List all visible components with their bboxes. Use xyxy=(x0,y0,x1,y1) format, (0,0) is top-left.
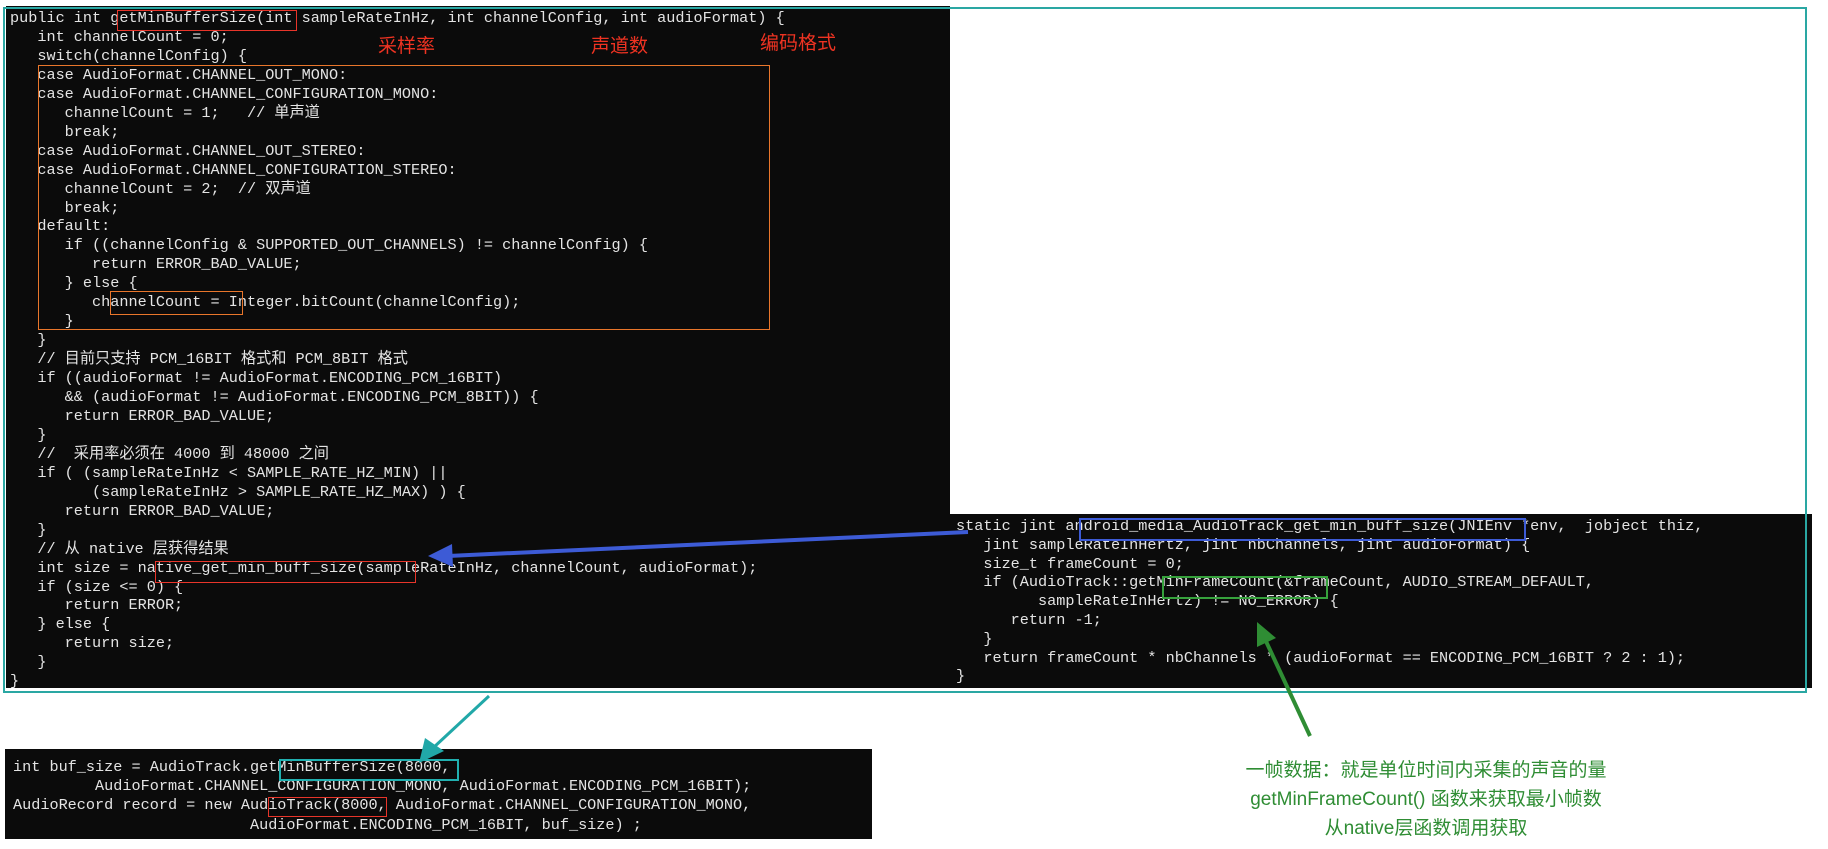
blue-arrow xyxy=(447,530,969,558)
note-line-1: 一帧数据：就是单位时间内采集的声音的量 xyxy=(1245,760,1607,781)
note-line-3: 从native层函数调用获取 xyxy=(1324,818,1528,839)
teal-arrow xyxy=(431,694,491,750)
arrows-layer xyxy=(419,530,1312,763)
note-line-2: getMinFrameCount() 函数来获取最小帧数 xyxy=(1250,789,1602,810)
green-arrow xyxy=(1262,636,1312,737)
blue-arrowhead xyxy=(428,544,453,567)
explanation-note: 一帧数据：就是单位时间内采集的声音的量 getMinFrameCount() 函… xyxy=(1186,756,1666,843)
